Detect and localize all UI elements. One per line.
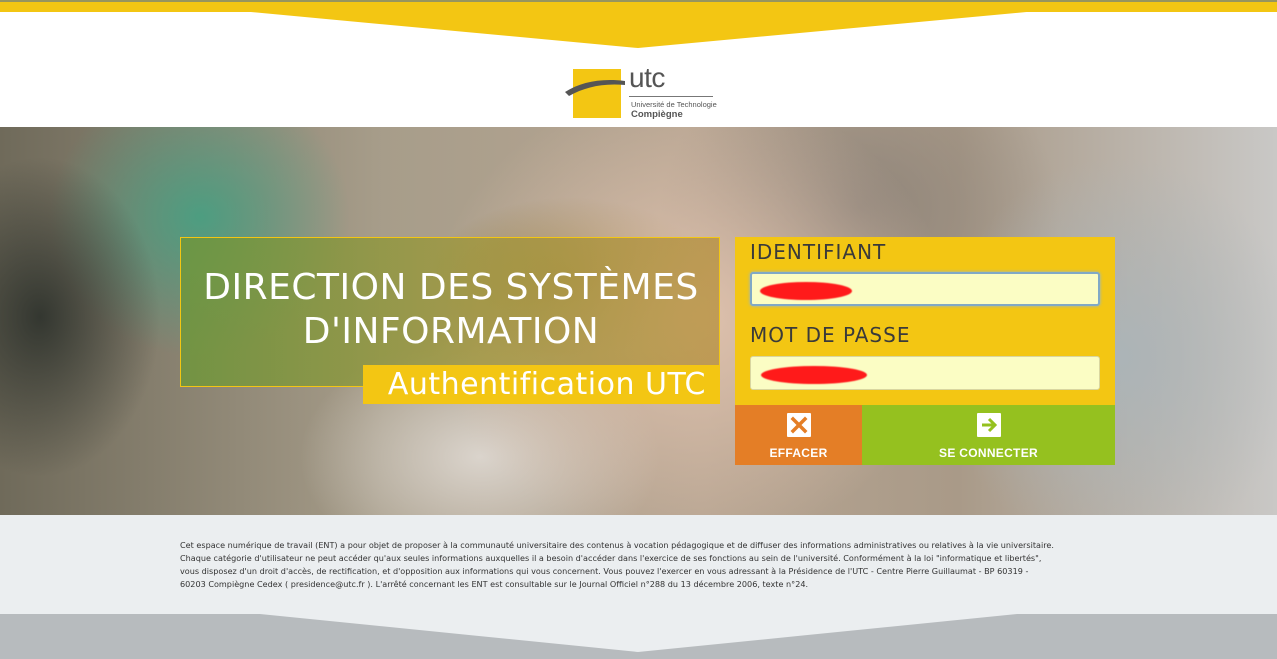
logo-subtitle-line2: Compiègne — [631, 109, 683, 120]
logo-wordmark: utc — [629, 62, 665, 93]
username-input[interactable] — [750, 272, 1100, 306]
connect-button[interactable]: SE CONNECTER — [862, 405, 1115, 465]
password-input[interactable] — [750, 356, 1100, 390]
password-label: MOT DE PASSE — [750, 323, 911, 347]
clear-button-label: EFFACER — [769, 446, 828, 460]
legal-line: vous disposez d'un droit d'accès, de rec… — [180, 566, 1029, 576]
legal-text: Cet espace numérique de travail (ENT) a … — [180, 539, 1115, 591]
legal-line: Cet espace numérique de travail (ENT) a … — [180, 540, 1054, 550]
login-form: IDENTIFIANT MOT DE PASSE — [735, 237, 1115, 405]
connect-button-label: SE CONNECTER — [939, 446, 1038, 460]
logo-subtitle-line1: Université de Technologie — [631, 100, 717, 109]
close-icon — [786, 413, 811, 437]
utc-logo[interactable]: utc Université de Technologie Compiègne — [563, 62, 723, 122]
logo-divider — [629, 96, 713, 97]
arrow-right-icon — [976, 413, 1001, 437]
legal-line: 60203 Compiègne Cedex ( presidence@utc.f… — [180, 579, 809, 589]
legal-line: Chaque catégorie d'utilisateur ne peut a… — [180, 553, 1042, 563]
username-label: IDENTIFIANT — [750, 240, 887, 264]
page-subtitle: Authentification UTC — [363, 365, 720, 404]
page-title-line1: DIRECTION DES SYSTÈMES — [203, 267, 699, 308]
page-title-line2: D'INFORMATION — [302, 311, 600, 352]
page-title: DIRECTION DES SYSTÈMES D'INFORMATION — [181, 266, 721, 354]
top-chevron-decoration — [240, 11, 1037, 48]
logo-swoosh-icon — [565, 80, 625, 96]
footer-chevron-decoration — [260, 614, 1017, 652]
clear-button[interactable]: EFFACER — [735, 405, 862, 465]
legal-notice: Cet espace numérique de travail (ENT) a … — [0, 515, 1277, 614]
